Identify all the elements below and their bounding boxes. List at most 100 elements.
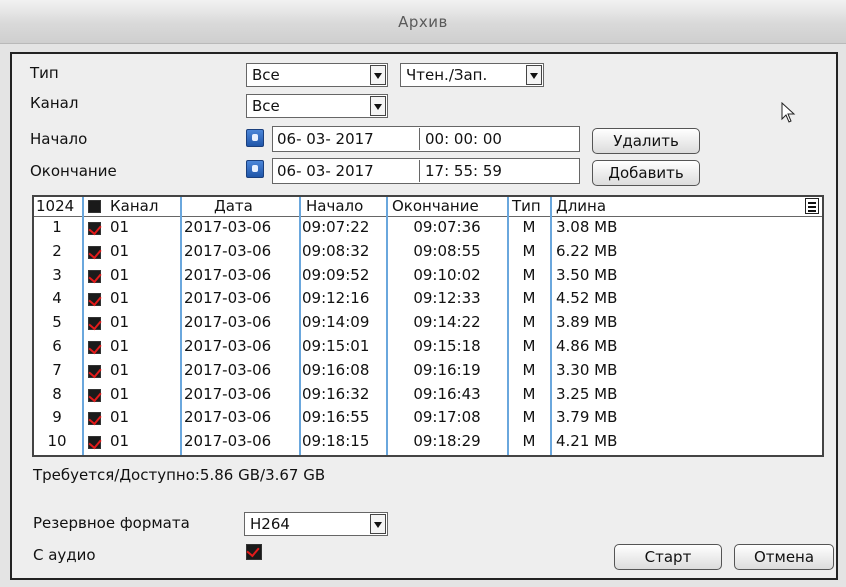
row-checkbox[interactable] xyxy=(88,364,101,378)
row-channel: 01 xyxy=(110,241,130,260)
header-length: Длина xyxy=(556,197,607,215)
row-channel: 01 xyxy=(110,432,130,451)
archive-window: Архив Тип Все Чтен./Зап. Канал Все Начал… xyxy=(0,0,846,587)
row-start-time: 09:08:32 xyxy=(302,241,370,260)
row-type: M xyxy=(522,360,536,379)
cancel-button[interactable]: Отмена xyxy=(734,544,834,570)
start-date-value[interactable]: 06- 03- 2017 xyxy=(277,130,374,148)
table-header: 1024 Канал Дата Начало Окончание Тип Дли… xyxy=(34,197,822,217)
row-length: 3.79 MB xyxy=(556,408,618,427)
row-start-time: 09:15:01 xyxy=(302,337,370,355)
row-end-time: 09:12:33 xyxy=(413,289,481,308)
row-end-time: 09:07:36 xyxy=(413,218,481,236)
row-length: 4.52 MB xyxy=(556,289,618,308)
row-type: M xyxy=(522,289,536,308)
table-row[interactable]: 7 01 2017-03-06 09:16:08 09:16:19 M 3.30 MB xyxy=(34,360,822,384)
start-button[interactable]: Старт xyxy=(614,544,722,570)
row-checkbox[interactable] xyxy=(88,269,101,283)
table-row[interactable]: 3 01 2017-03-06 09:09:52 09:10:02 M 3.50 MB xyxy=(34,265,822,289)
header-end: Окончание xyxy=(392,197,479,215)
row-type: M xyxy=(522,408,536,427)
row-date: 2017-03-06 xyxy=(184,289,272,308)
table-row[interactable]: 8 01 2017-03-06 09:16:32 09:16:43 M 3.25 MB xyxy=(34,384,822,408)
row-end-time: 09:17:08 xyxy=(413,408,481,427)
calendar-icon[interactable] xyxy=(246,129,264,147)
row-number: 1 xyxy=(52,218,62,236)
row-number: 3 xyxy=(52,265,62,284)
chevron-down-icon xyxy=(370,96,386,116)
header-start: Начало xyxy=(306,197,364,215)
row-checkbox[interactable] xyxy=(88,293,101,307)
row-checkbox[interactable] xyxy=(88,222,101,235)
audio-checkbox[interactable] xyxy=(246,544,262,560)
row-date: 2017-03-06 xyxy=(184,241,272,260)
table-row[interactable]: 10 01 2017-03-06 09:18:15 09:18:29 M 4.21 MB xyxy=(34,431,822,455)
mode-select[interactable]: Чтен./Зап. xyxy=(400,63,544,87)
datetime-separator xyxy=(419,128,420,150)
row-start-time: 09:14:09 xyxy=(302,313,370,332)
delete-button[interactable]: Удалить xyxy=(592,128,700,154)
row-length: 6.22 MB xyxy=(556,241,618,260)
table-row[interactable]: 1 01 2017-03-06 09:07:22 09:07:36 M 3.08 MB xyxy=(34,217,822,241)
row-checkbox[interactable] xyxy=(88,317,101,331)
start-time-value[interactable]: 00: 00: 00 xyxy=(425,130,502,148)
row-number: 8 xyxy=(52,384,62,403)
row-channel: 01 xyxy=(110,265,130,284)
row-channel: 01 xyxy=(110,384,130,403)
row-start-time: 09:18:15 xyxy=(302,432,370,451)
row-checkbox[interactable] xyxy=(88,341,101,354)
header-channel: Канал xyxy=(110,197,159,215)
row-date: 2017-03-06 xyxy=(184,265,272,284)
type-select[interactable]: Все xyxy=(246,63,388,87)
calendar-icon[interactable] xyxy=(246,160,264,178)
row-start-time: 09:16:55 xyxy=(302,408,370,427)
row-start-time: 09:07:22 xyxy=(302,218,370,236)
table-row[interactable]: 6 01 2017-03-06 09:15:01 09:15:18 M 4.86 MB xyxy=(34,336,822,360)
row-checkbox[interactable] xyxy=(88,245,101,259)
channel-label: Канал xyxy=(30,94,79,112)
header-count: 1024 xyxy=(36,197,75,215)
backup-format-select[interactable]: H264 xyxy=(244,512,388,536)
row-type: M xyxy=(522,337,536,355)
row-date: 2017-03-06 xyxy=(184,432,272,451)
table-row[interactable]: 2 01 2017-03-06 09:08:32 09:08:55 M 6.22 MB xyxy=(34,241,822,265)
row-start-time: 09:09:52 xyxy=(302,265,370,284)
type-label: Тип xyxy=(30,64,59,82)
end-date-value[interactable]: 06- 03- 2017 xyxy=(277,162,374,180)
menu-icon[interactable] xyxy=(805,198,819,214)
row-type: M xyxy=(522,384,536,403)
row-end-time: 09:18:29 xyxy=(413,432,481,451)
row-channel: 01 xyxy=(110,289,130,308)
table-row[interactable]: 9 01 2017-03-06 09:16:55 09:17:08 M 3.79 MB xyxy=(34,407,822,431)
row-date: 2017-03-06 xyxy=(184,384,272,403)
channel-select[interactable]: Все xyxy=(246,94,388,118)
start-datetime-field[interactable]: 06- 03- 2017 00: 00: 00 xyxy=(272,126,580,152)
row-channel: 01 xyxy=(110,360,130,379)
table-row[interactable]: 4 01 2017-03-06 09:12:16 09:12:33 M 4.52 MB xyxy=(34,288,822,312)
header-date: Дата xyxy=(214,197,253,215)
end-datetime-field[interactable]: 06- 03- 2017 17: 55: 59 xyxy=(272,158,580,184)
row-number: 9 xyxy=(52,408,62,427)
row-length: 3.50 MB xyxy=(556,265,618,284)
row-date: 2017-03-06 xyxy=(184,218,272,236)
row-checkbox[interactable] xyxy=(88,388,101,402)
table-row[interactable]: 5 01 2017-03-06 09:14:09 09:14:22 M 3.89 MB xyxy=(34,312,822,336)
row-length: 3.30 MB xyxy=(556,360,618,379)
row-checkbox[interactable] xyxy=(88,412,101,426)
row-number: 10 xyxy=(47,432,67,451)
chevron-down-icon xyxy=(370,65,386,85)
add-button[interactable]: Добавить xyxy=(592,160,700,186)
row-length: 3.89 MB xyxy=(556,313,618,332)
row-type: M xyxy=(522,432,536,451)
channel-select-value: Все xyxy=(252,97,280,115)
row-number: 4 xyxy=(52,289,62,308)
row-end-time: 09:08:55 xyxy=(413,241,481,260)
window-title: Архив xyxy=(0,0,846,44)
storage-info: Требуется/Доступно:5.86 GB/3.67 GB xyxy=(33,466,326,484)
header-type: Тип xyxy=(512,197,541,215)
row-end-time: 09:14:22 xyxy=(413,313,481,332)
row-checkbox[interactable] xyxy=(88,436,101,450)
row-number: 6 xyxy=(52,337,62,355)
select-all-checkbox[interactable] xyxy=(88,200,101,213)
end-time-value[interactable]: 17: 55: 59 xyxy=(425,162,502,180)
